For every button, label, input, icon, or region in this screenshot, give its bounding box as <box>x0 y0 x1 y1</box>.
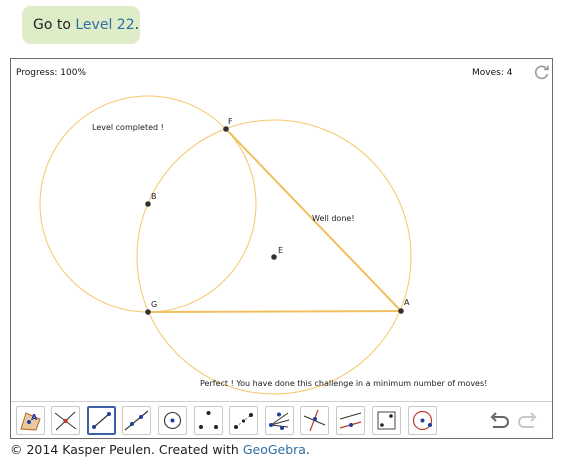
svg-text:A: A <box>31 413 38 422</box>
triangle-points-tool[interactable] <box>194 406 223 435</box>
moves-counter: Moves: 4 <box>472 68 513 78</box>
intersect-tool[interactable] <box>51 406 80 435</box>
progress-indicator: Progress: 100% <box>16 68 87 78</box>
geogebra-applet: F B E G A Level completed ! Well done! P… <box>10 58 553 439</box>
credit-text: © 2014 Kasper Peulen. Created with <box>10 442 243 457</box>
label-a: A <box>404 298 410 307</box>
drawing-canvas[interactable]: F B E G A Level completed ! Well done! P… <box>11 59 552 401</box>
point-b[interactable] <box>145 201 151 207</box>
level-completed-text: Level completed ! <box>92 123 164 132</box>
redo-icon[interactable] <box>517 412 539 432</box>
geometry-drawing[interactable]: F B E G A Level completed ! Well done! P… <box>11 59 552 401</box>
polygon-with-point-tool[interactable]: A <box>16 406 45 435</box>
goto-suffix: . <box>134 17 140 33</box>
refresh-icon[interactable] <box>533 63 551 81</box>
point-g[interactable] <box>145 309 151 315</box>
point-in-square-tool[interactable] <box>372 406 401 435</box>
credit-suffix: . <box>305 442 310 457</box>
point-f[interactable] <box>223 126 229 132</box>
geogebra-link[interactable]: GeoGebra <box>243 442 306 457</box>
perfect-message-text: Perfect ! You have done this challenge i… <box>200 379 487 388</box>
circle-with-center-tool[interactable] <box>158 406 187 435</box>
label-e: E <box>278 246 283 255</box>
credit-line: © 2014 Kasper Peulen. Created with GeoGe… <box>10 442 310 457</box>
segment-ga[interactable] <box>147 310 402 313</box>
compass-tool[interactable] <box>408 406 437 435</box>
goto-level-banner: Go to Level 22. <box>22 6 140 44</box>
tool-bar: A <box>11 401 552 438</box>
label-b: B <box>151 192 157 201</box>
parallel-line-tool[interactable] <box>336 406 365 435</box>
dashed-points-tool[interactable] <box>229 406 258 435</box>
point-a[interactable] <box>398 308 404 314</box>
angle-bisector-tool[interactable] <box>265 406 294 435</box>
line-tool[interactable] <box>122 406 151 435</box>
segment-tool[interactable] <box>87 406 116 435</box>
goto-prefix: Go to <box>33 17 76 33</box>
label-g: G <box>151 300 157 309</box>
perpendicular-line-tool[interactable] <box>300 406 329 435</box>
point-e[interactable] <box>271 254 277 260</box>
well-done-text: Well done! <box>312 214 355 223</box>
goto-level-link[interactable]: Level 22 <box>75 17 134 33</box>
undo-icon[interactable] <box>488 412 510 432</box>
label-f: F <box>228 117 233 126</box>
